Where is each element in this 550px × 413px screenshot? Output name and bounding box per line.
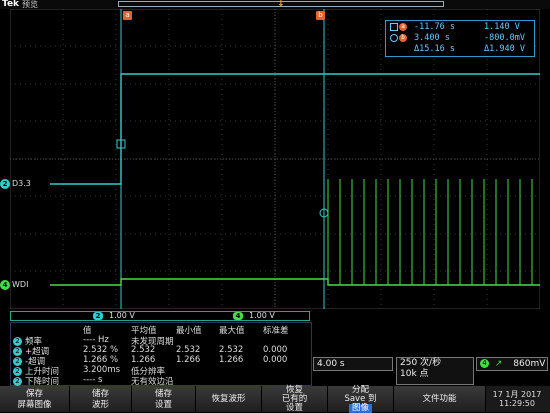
menu-label-2: 波形 bbox=[91, 400, 109, 410]
scale-ch2-value: 1.00 V bbox=[109, 311, 135, 320]
row-value: 3.200ms bbox=[83, 365, 121, 375]
save-screen-image-button[interactable]: 保存 屏幕图像 bbox=[0, 386, 70, 412]
cursor-b-time: 3.400 s bbox=[414, 33, 450, 43]
row-mean: 2.532 bbox=[131, 345, 156, 355]
row-mean: 1.266 bbox=[131, 355, 156, 365]
row-std: 0.000 bbox=[263, 345, 288, 355]
scale-ch4-value: 1.00 V bbox=[249, 311, 275, 320]
ch4-badge: 4 bbox=[0, 280, 10, 290]
file-utilities-button[interactable]: 文件功能 bbox=[394, 386, 486, 412]
row-ch-badge: 2 bbox=[13, 377, 22, 386]
cursor-a-time: -11.76 s bbox=[414, 22, 455, 32]
circle-icon bbox=[390, 34, 398, 42]
header-max: 最大值 bbox=[219, 326, 245, 336]
trigger-box[interactable]: 4 ↗ 860mV bbox=[476, 357, 548, 371]
scale-ch2-badge: 2 bbox=[93, 312, 103, 320]
delta-voltage: Δ1.940 V bbox=[484, 44, 525, 54]
readout-row-b: b 3.400 s -800.0mV bbox=[386, 33, 534, 44]
row-min: 2.532 bbox=[176, 345, 201, 355]
delta-time: Δ15.16 s bbox=[414, 44, 455, 54]
scale-ch4-badge: 4 bbox=[233, 312, 243, 320]
acq-points: 10k 点 bbox=[400, 369, 429, 379]
assign-save-button[interactable]: 分配 Save 到 图像 bbox=[328, 386, 394, 413]
menu-label-1: 储存 bbox=[91, 389, 109, 399]
timebase-value: 4.00 s bbox=[317, 359, 345, 369]
cursor-a-voltage: 1.140 V bbox=[484, 22, 520, 32]
ch2-waveform bbox=[50, 73, 540, 185]
ch2-name: D3.3 bbox=[12, 179, 31, 188]
menu-label-1: 保存 bbox=[25, 389, 43, 399]
header-min: 最小值 bbox=[176, 326, 202, 336]
cursor-b-badge: b bbox=[399, 34, 407, 42]
recall-setup-button[interactable]: 恢复 已有的 设置 bbox=[262, 386, 328, 413]
acquisition-box[interactable]: 250 次/秒 10k 点 bbox=[396, 357, 474, 385]
ch2-label[interactable]: 2 D3.3 bbox=[0, 179, 31, 189]
trigger-level: 860mV bbox=[513, 359, 546, 369]
trigger-position-icon[interactable]: ↓ bbox=[277, 0, 285, 9]
save-waveform-button[interactable]: 储存 波形 bbox=[70, 386, 132, 412]
recall-waveform-button[interactable]: 恢复波形 bbox=[196, 386, 262, 412]
row-min: 1.266 bbox=[176, 355, 201, 365]
brand-logo: Tek bbox=[2, 0, 20, 9]
readout-row-a: a -11.76 s 1.140 V bbox=[386, 22, 534, 33]
row-value: 1.266 % bbox=[83, 355, 119, 365]
ch4-pulses bbox=[327, 179, 533, 285]
menu-label-2: 屏幕图像 bbox=[17, 400, 52, 410]
menu-label-2: 设置 bbox=[154, 400, 172, 410]
menu-label-1: 恢复波形 bbox=[211, 394, 246, 404]
square-icon bbox=[390, 23, 398, 31]
timebase-box[interactable]: 4.00 s bbox=[313, 357, 393, 371]
date: 17 1月 2017 bbox=[492, 390, 542, 399]
row-value: ---- Hz bbox=[83, 335, 109, 345]
ch4-waveform bbox=[50, 278, 540, 286]
ch2-badge: 2 bbox=[0, 179, 10, 189]
cursor-b-marker[interactable]: b bbox=[316, 11, 325, 20]
trigger-ch-badge: 4 bbox=[480, 359, 489, 368]
ch4-name: WDI bbox=[12, 280, 29, 289]
cursor-readout-panel: a -11.76 s 1.140 V b 3.400 s -800.0mV Δ1… bbox=[385, 20, 535, 57]
row-value: 2.532 % bbox=[83, 345, 119, 355]
row-value: ---- s bbox=[83, 375, 103, 385]
header-std: 标准差 bbox=[263, 326, 289, 336]
measurement-table: 值 平均值 最小值 最大值 标准差 2 频率 ---- Hz 未发现周期 2 +超调… bbox=[10, 322, 312, 387]
readout-row-delta: Δ15.16 s Δ1.940 V bbox=[386, 44, 534, 55]
row-std: 0.000 bbox=[263, 355, 288, 365]
cursor-b-voltage: -800.0mV bbox=[484, 33, 525, 43]
channel-scale-bar: 2 1.00 V 4 1.00 V bbox=[10, 311, 310, 321]
menu-label-1: 文件功能 bbox=[422, 394, 457, 404]
ch4-label[interactable]: 4 WDI bbox=[0, 280, 28, 290]
cursor-a-badge: a bbox=[399, 23, 407, 31]
cursor-a-marker[interactable]: a bbox=[123, 11, 132, 20]
time: 11:29:50 bbox=[499, 399, 535, 408]
row-max: 2.532 bbox=[219, 345, 244, 355]
row-max: 1.266 bbox=[219, 355, 244, 365]
rising-edge-icon: ↗ bbox=[494, 359, 503, 369]
date-time: 17 1月 2017 11:29:50 bbox=[487, 390, 547, 410]
menu-label-1: 储存 bbox=[154, 389, 172, 399]
acq-rate: 250 次/秒 bbox=[400, 358, 442, 368]
save-setup-button[interactable]: 储存 设置 bbox=[132, 386, 196, 412]
